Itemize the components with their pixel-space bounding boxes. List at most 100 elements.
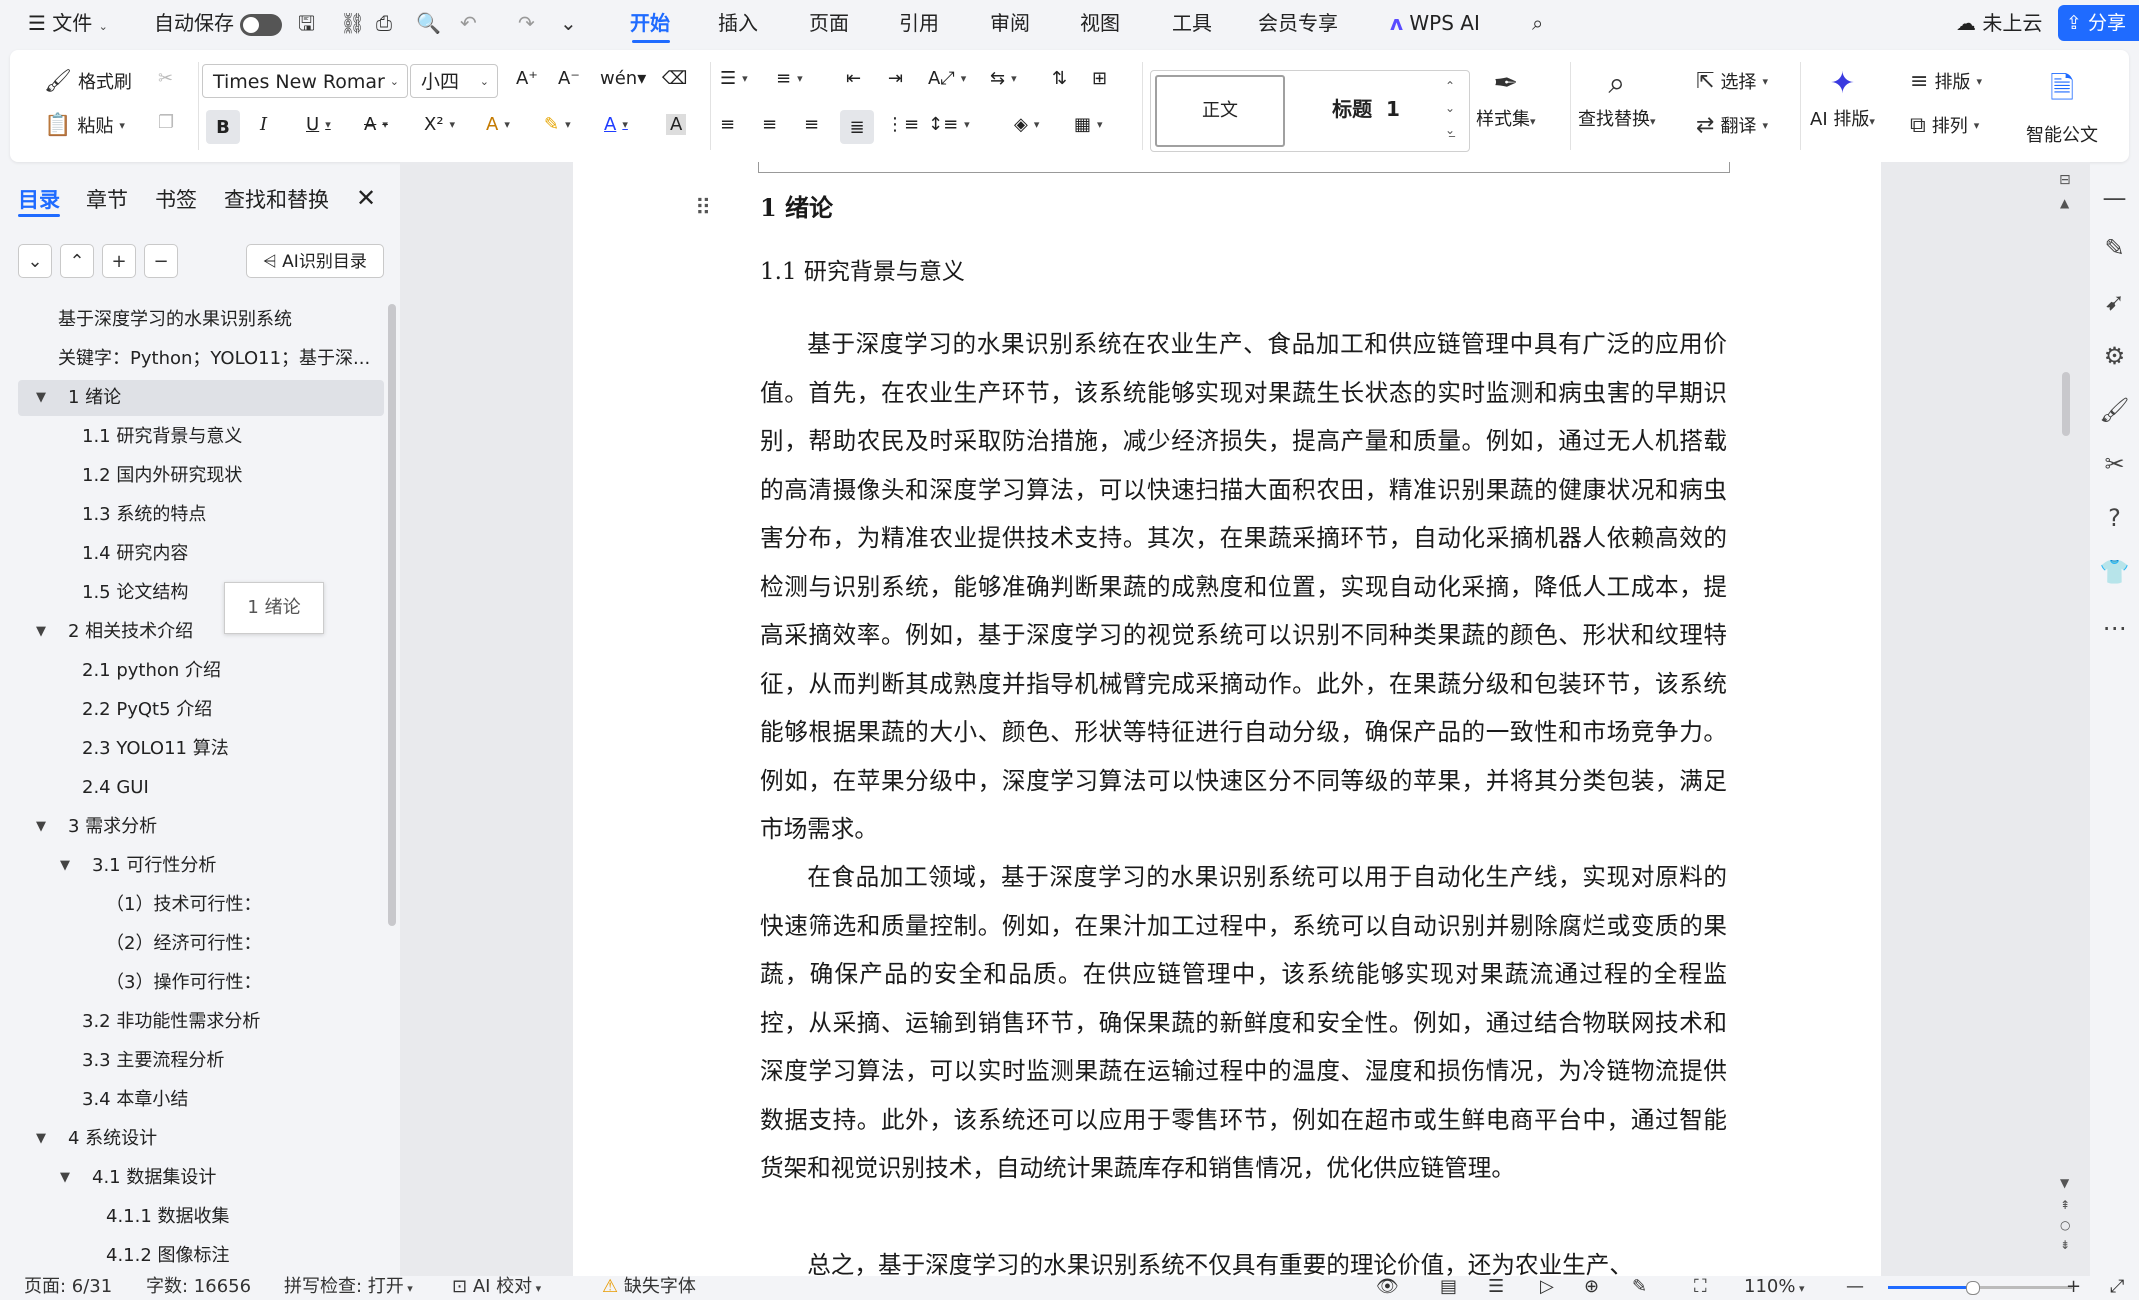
help-icon[interactable]: ? xyxy=(2090,504,2139,532)
split-icon[interactable]: ⊟ xyxy=(2059,172,2071,188)
expand-up-button[interactable]: ⌃ xyxy=(60,244,94,278)
toc-item[interactable]: 1.2 国内外研究现状 xyxy=(0,458,390,494)
toc-item[interactable]: ▼ 2 相关技术介绍 xyxy=(0,614,390,650)
collapse-all-button[interactable]: ⌄ xyxy=(18,244,52,278)
close-icon[interactable]: ✕ xyxy=(356,184,376,212)
underline-button[interactable]: U ▾ xyxy=(306,114,331,135)
tab-view[interactable]: 视图 xyxy=(1080,8,1120,38)
toggle-switch[interactable] xyxy=(240,13,283,36)
ai-proofread-button[interactable]: ⊡ AI 校对 ▾ xyxy=(452,1276,541,1298)
numbered-list-icon[interactable]: ≡ ▾ xyxy=(776,68,803,89)
print-icon[interactable]: ⎙ xyxy=(376,8,392,38)
tab-find-replace[interactable]: 查找和替换 xyxy=(224,184,329,214)
toc-item[interactable]: ▼ 4.1 数据集设计 xyxy=(0,1160,390,1196)
more-chevron-icon[interactable]: ⌄ xyxy=(560,8,577,38)
toc-item[interactable]: 2.3 YOLO11 算法 xyxy=(0,731,390,767)
shading-icon[interactable]: ◈ ▾ xyxy=(1014,114,1039,135)
expand-triangle-icon[interactable]: ▼ xyxy=(36,614,46,650)
toc-item[interactable]: 1.1 研究背景与意义 xyxy=(0,419,390,455)
fit-screen-icon[interactable]: ⛶ xyxy=(1694,1276,1707,1298)
write-mode-icon[interactable]: ✎ xyxy=(1632,1276,1647,1298)
text-effect-button[interactable]: A ▾ xyxy=(486,114,510,135)
expand-triangle-icon[interactable]: ▼ xyxy=(60,1160,70,1196)
tab-sections[interactable]: 章节 xyxy=(86,184,128,214)
format-painter-button[interactable]: 🖌 格式刷 xyxy=(44,68,132,94)
toc-item[interactable]: ▼ 3 需求分析 xyxy=(0,809,390,845)
increase-font-icon[interactable]: A⁺ xyxy=(516,68,538,89)
toc-item[interactable]: 1.4 研究内容 xyxy=(0,536,390,572)
cut-icon[interactable]: ✂ xyxy=(158,68,173,89)
toc-item[interactable]: 2.2 PyQt5 介绍 xyxy=(0,692,390,728)
toc-item[interactable]: 3.3 主要流程分析 xyxy=(0,1043,390,1079)
toc-item[interactable]: （1）技术可行性： xyxy=(0,887,390,923)
decrease-indent-icon[interactable]: ⇤ xyxy=(846,68,861,89)
toc-item[interactable]: 2.4 GUI xyxy=(0,770,390,806)
toc-item[interactable]: ▼ 1 绪论 xyxy=(18,380,384,416)
superscript-button[interactable]: X² ▾ xyxy=(424,114,455,135)
cloud-status[interactable]: ☁ 未上云 xyxy=(1956,8,2042,38)
align-center-icon[interactable]: ≡ xyxy=(762,114,777,135)
toc-item[interactable]: 3.2 非功能性需求分析 xyxy=(0,1004,390,1040)
char-shading-button[interactable]: A xyxy=(666,114,687,135)
expand-triangle-icon[interactable]: ▼ xyxy=(36,1121,46,1157)
scroll-down-icon[interactable]: ▼ xyxy=(2060,1176,2069,1190)
copy-icon[interactable]: ❐ xyxy=(158,112,174,133)
ai-toc-button[interactable]: ⩤ AI识别目录 xyxy=(246,244,384,278)
style-normal[interactable]: 正文 xyxy=(1155,75,1285,147)
save-icon[interactable]: 🖫 xyxy=(298,8,315,38)
toc-item[interactable]: ▼ 4 系统设计 xyxy=(0,1121,390,1157)
smart-doc-button[interactable]: 🗎 智能公文 xyxy=(2026,66,2098,147)
expand-triangle-icon[interactable]: ▼ xyxy=(36,380,46,416)
word-count[interactable]: 字数: 16656 xyxy=(146,1276,251,1298)
prev-page-icon[interactable]: ⇞ xyxy=(2060,1198,2070,1212)
toc-item[interactable]: 3.4 本章小结 xyxy=(0,1082,390,1118)
file-menu[interactable]: ☰ 文件 ⌄ xyxy=(28,8,108,38)
tab-member[interactable]: 会员专享 xyxy=(1258,8,1338,38)
italic-button[interactable]: I xyxy=(260,114,267,135)
link-icon[interactable]: ⛓ xyxy=(340,8,365,38)
web-view-icon[interactable]: ⊕ xyxy=(1584,1276,1599,1298)
toc-item[interactable]: 4.1.1 数据收集 xyxy=(0,1199,390,1235)
toc-item[interactable]: 4.1.2 图像标注 xyxy=(0,1238,390,1274)
tab-wps-ai[interactable]: ᴧ WPS AI xyxy=(1390,8,1480,38)
increase-indent-icon[interactable]: ⇥ xyxy=(888,68,903,89)
undo-icon[interactable]: ↶ xyxy=(460,8,477,38)
tab-page[interactable]: 页面 xyxy=(809,8,849,38)
document-page[interactable]: ⠿ 1 绪论 1.1 研究背景与意义 基于深度学习的水果识别系统在农业生产、食品… xyxy=(573,162,1881,1276)
justify-icon[interactable]: ≣ xyxy=(840,110,874,144)
tab-toc[interactable]: 目录 xyxy=(18,184,60,214)
font-color-button[interactable]: A ▾ xyxy=(604,114,628,135)
arrange-button[interactable]: ⧉ 排列 ▾ xyxy=(1910,112,1979,138)
tab-home[interactable]: 开始 xyxy=(630,8,670,38)
search-icon[interactable]: ⌕ xyxy=(1532,8,1543,38)
style-set-button[interactable]: ✒ 样式集▾ xyxy=(1476,66,1536,131)
eye-icon[interactable]: 👁 xyxy=(1376,1276,1399,1298)
sort-icon[interactable]: ⇅ xyxy=(1052,68,1067,89)
add-heading-button[interactable]: + xyxy=(102,244,136,278)
toc-item[interactable]: 关键字：Python；YOLO11；基于深... xyxy=(0,341,390,377)
select-browse-icon[interactable]: ○ xyxy=(2060,1218,2070,1232)
next-page-icon[interactable]: ⇟ xyxy=(2060,1238,2070,1252)
play-icon[interactable]: ▷ xyxy=(1540,1276,1554,1298)
zoom-level[interactable]: 110% ▾ xyxy=(1744,1276,1805,1298)
bullet-list-icon[interactable]: ☰ ▾ xyxy=(720,68,748,89)
zoom-slider-handle[interactable] xyxy=(1966,1281,1980,1295)
align-left-icon[interactable]: ≡ xyxy=(720,114,735,135)
toc-item[interactable]: ▼ 3.1 可行性分析 xyxy=(0,848,390,884)
pen-icon[interactable]: ✎ xyxy=(2090,234,2139,262)
toc-item[interactable]: （2）经济可行性： xyxy=(0,926,390,962)
remove-heading-button[interactable]: − xyxy=(144,244,178,278)
ai-layout-button[interactable]: ✦ AI 排版▾ xyxy=(1810,66,1875,131)
spell-check-status[interactable]: 拼写检查: 打开 ▾ xyxy=(284,1276,413,1298)
paste-button[interactable]: 📋 粘贴 ▾ xyxy=(44,112,125,138)
page-indicator[interactable]: 页面: 6/31 xyxy=(24,1276,112,1298)
clear-format-icon[interactable]: ⌫ xyxy=(662,68,687,89)
zoom-slider[interactable] xyxy=(1888,1281,2072,1295)
highlight-button[interactable]: ✎ ▾ xyxy=(544,114,571,135)
borders-icon[interactable]: ▦ ▾ xyxy=(1074,114,1103,135)
pointer-icon[interactable]: ➹ xyxy=(2090,288,2139,316)
tab-references[interactable]: 引用 xyxy=(899,8,939,38)
font-size-select[interactable]: 小四 ⌄ xyxy=(410,64,498,98)
document-scroll-thumb[interactable] xyxy=(2062,372,2070,436)
expand-triangle-icon[interactable]: ▼ xyxy=(36,809,46,845)
